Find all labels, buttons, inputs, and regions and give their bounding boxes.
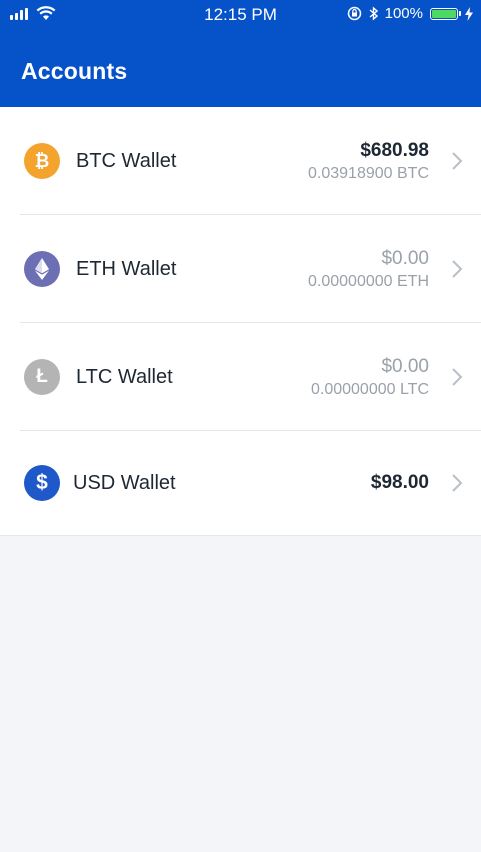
wallet-crypto-balance: 0.00000000 ETH [308, 272, 429, 290]
wallet-amounts: $0.00 0.00000000 ETH [308, 248, 429, 291]
app-header: 12:15 PM 100% Accounts [0, 0, 481, 107]
wallet-name: USD Wallet [73, 471, 176, 494]
wallet-fiat-balance: $0.00 [381, 247, 429, 269]
wallet-row-ltc[interactable]: Ł LTC Wallet $0.00 0.00000000 LTC [0, 323, 481, 431]
wallet-row-btc[interactable]: ₿ BTC Wallet $680.98 0.03918900 BTC [0, 107, 481, 215]
ethereum-icon [24, 251, 60, 287]
dollar-glyph: $ [36, 471, 48, 494]
bluetooth-icon [369, 6, 378, 21]
wallet-fiat-balance: $98.00 [370, 472, 429, 493]
litecoin-icon: Ł [24, 359, 60, 395]
bitcoin-icon: ₿ [24, 143, 60, 179]
orientation-lock-icon [347, 6, 361, 21]
chevron-right-icon [452, 260, 463, 278]
chevron-right-icon [452, 474, 463, 492]
wallet-name: ETH Wallet [76, 257, 177, 280]
chevron-right-icon [452, 152, 463, 170]
wallet-fiat-balance: $0.00 [381, 355, 429, 377]
ethereum-glyph [35, 258, 49, 280]
wallet-fiat-balance: $680.98 [360, 139, 429, 161]
charging-icon [465, 6, 473, 21]
wallet-amounts: $680.98 0.03918900 BTC [308, 140, 429, 183]
wallet-crypto-balance: 0.00000000 LTC [310, 380, 429, 398]
wallet-row-eth[interactable]: ETH Wallet $0.00 0.00000000 ETH [0, 215, 481, 323]
status-bar: 12:15 PM 100% [0, 0, 481, 30]
page-title: Accounts [21, 58, 128, 84]
wallet-amounts: $98.00 [371, 472, 429, 494]
litecoin-glyph: Ł [36, 366, 48, 387]
wallet-crypto-balance: 0.03918900 BTC [308, 164, 429, 182]
wallet-name: LTC Wallet [76, 365, 173, 388]
wallet-row-usd[interactable]: $ USD Wallet $98.00 [0, 431, 481, 535]
battery-icon [430, 7, 461, 20]
battery-percentage: 100% [384, 5, 423, 22]
wallet-name: BTC Wallet [76, 149, 177, 172]
bitcoin-glyph: ₿ [34, 150, 50, 171]
dollar-icon: $ [24, 465, 60, 501]
wallet-amounts: $0.00 0.00000000 LTC [311, 356, 429, 399]
chevron-right-icon [452, 368, 463, 386]
wallet-list: ₿ BTC Wallet $680.98 0.03918900 BTC ETH … [0, 107, 481, 536]
